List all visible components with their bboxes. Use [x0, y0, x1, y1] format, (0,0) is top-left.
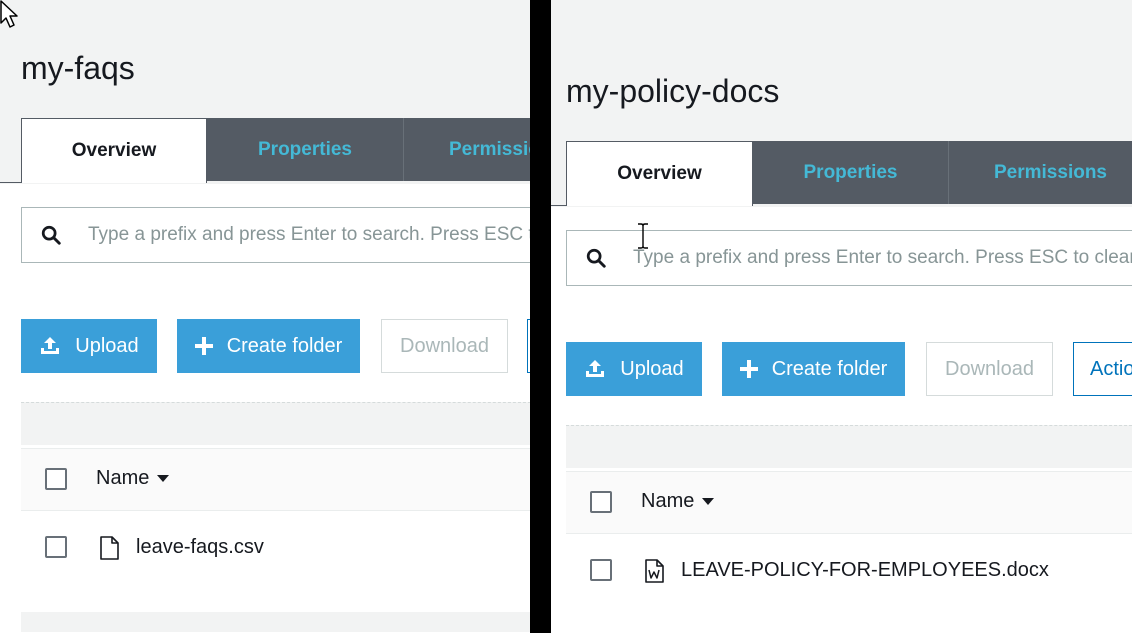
text-cursor-icon: [638, 223, 648, 249]
select-all-checkbox[interactable]: [590, 491, 612, 513]
file-name-link[interactable]: LEAVE-POLICY-FOR-EMPLOYEES.docx: [681, 559, 1049, 582]
create-folder-button[interactable]: Create folder: [177, 319, 360, 373]
right-bucket-panel: my-policy-docs Overview Properties Permi…: [551, 0, 1132, 633]
file-name-link[interactable]: leave-faqs.csv: [136, 536, 264, 559]
create-folder-label: Create folder: [226, 334, 343, 357]
name-column-header[interactable]: Name: [96, 467, 170, 490]
tab-properties[interactable]: Properties: [207, 118, 404, 181]
upload-icon: [39, 335, 61, 357]
row-checkbox[interactable]: [590, 559, 612, 581]
plus-icon: [739, 360, 758, 378]
tab-permissions[interactable]: Permissions: [949, 141, 1132, 204]
file-icon: [100, 536, 119, 560]
table-header-row: Name: [566, 471, 1132, 534]
tabs-underline: [551, 205, 567, 206]
search-icon: [41, 225, 61, 245]
search-input[interactable]: [88, 224, 530, 246]
search-input[interactable]: [633, 247, 1132, 269]
download-button[interactable]: Download: [381, 319, 508, 373]
split-divider: [530, 0, 551, 633]
sort-caret-icon: [157, 475, 170, 482]
search-bar[interactable]: [21, 207, 530, 263]
bucket-title: my-faqs: [21, 50, 135, 86]
sort-caret-icon: [702, 498, 715, 505]
upload-label: Upload: [620, 357, 684, 380]
upload-label: Upload: [75, 334, 139, 357]
left-bucket-panel: my-faqs Overview Properties Permissions …: [0, 0, 530, 633]
select-all-checkbox[interactable]: [45, 468, 67, 490]
search-bar[interactable]: [566, 230, 1132, 286]
word-document-icon: [645, 559, 664, 583]
tab-overview[interactable]: Overview: [21, 118, 207, 183]
upload-button[interactable]: Upload: [21, 319, 157, 373]
search-icon: [586, 248, 606, 268]
plus-icon: [194, 337, 213, 355]
mouse-pointer-icon: [0, 0, 18, 28]
upload-icon: [584, 358, 606, 380]
bucket-title: my-policy-docs: [566, 73, 780, 109]
row-checkbox[interactable]: [45, 536, 67, 558]
table-header-row: Name: [21, 448, 530, 511]
table-footer-band: [21, 612, 530, 632]
name-column-label: Name: [641, 490, 695, 512]
table-row[interactable]: LEAVE-POLICY-FOR-EMPLOYEES.docx: [566, 535, 1132, 605]
tab-permissions[interactable]: Permissions: [404, 118, 530, 181]
table-toolbar-band: [566, 425, 1132, 468]
name-column-label: Name: [96, 467, 150, 489]
name-column-header[interactable]: Name: [641, 490, 715, 513]
table-toolbar-band: [21, 402, 530, 445]
tabs-underline: [0, 182, 22, 183]
tab-properties[interactable]: Properties: [753, 141, 949, 204]
actions-button[interactable]: Actions: [1073, 342, 1132, 396]
create-folder-button[interactable]: Create folder: [722, 342, 905, 396]
table-row[interactable]: leave-faqs.csv: [21, 512, 530, 582]
create-folder-label: Create folder: [771, 357, 888, 380]
upload-button[interactable]: Upload: [566, 342, 702, 396]
tab-overview[interactable]: Overview: [566, 141, 753, 206]
download-button[interactable]: Download: [926, 342, 1053, 396]
